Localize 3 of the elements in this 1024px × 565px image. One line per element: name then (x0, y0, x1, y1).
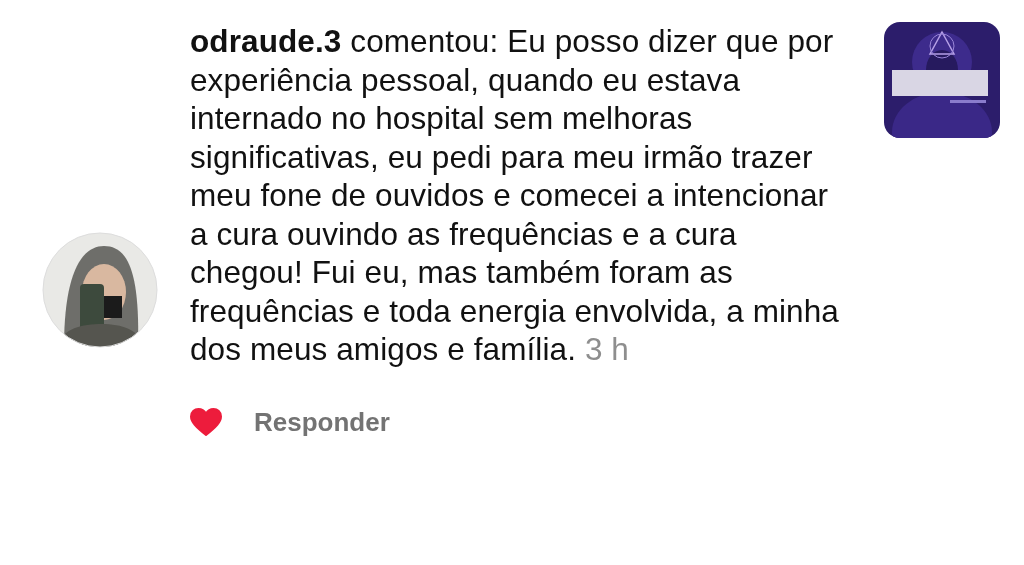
heart-icon[interactable] (190, 408, 222, 436)
reply-button[interactable]: Responder (254, 406, 390, 438)
comment-text: odraude.3 comentou: Eu posso dizer que por experiência pessoal, quando eu estava internado no hospital sem melhoras significativas, eu pedi para meu irmão trazer meu fone de ouvidos e comecei a intencionar a cura ouvindo as frequências e a cura chegou! Fui eu, mas também foram as frequências e toda energia envolvida, a minha dos meus amigos e família. 3 h (190, 22, 840, 369)
